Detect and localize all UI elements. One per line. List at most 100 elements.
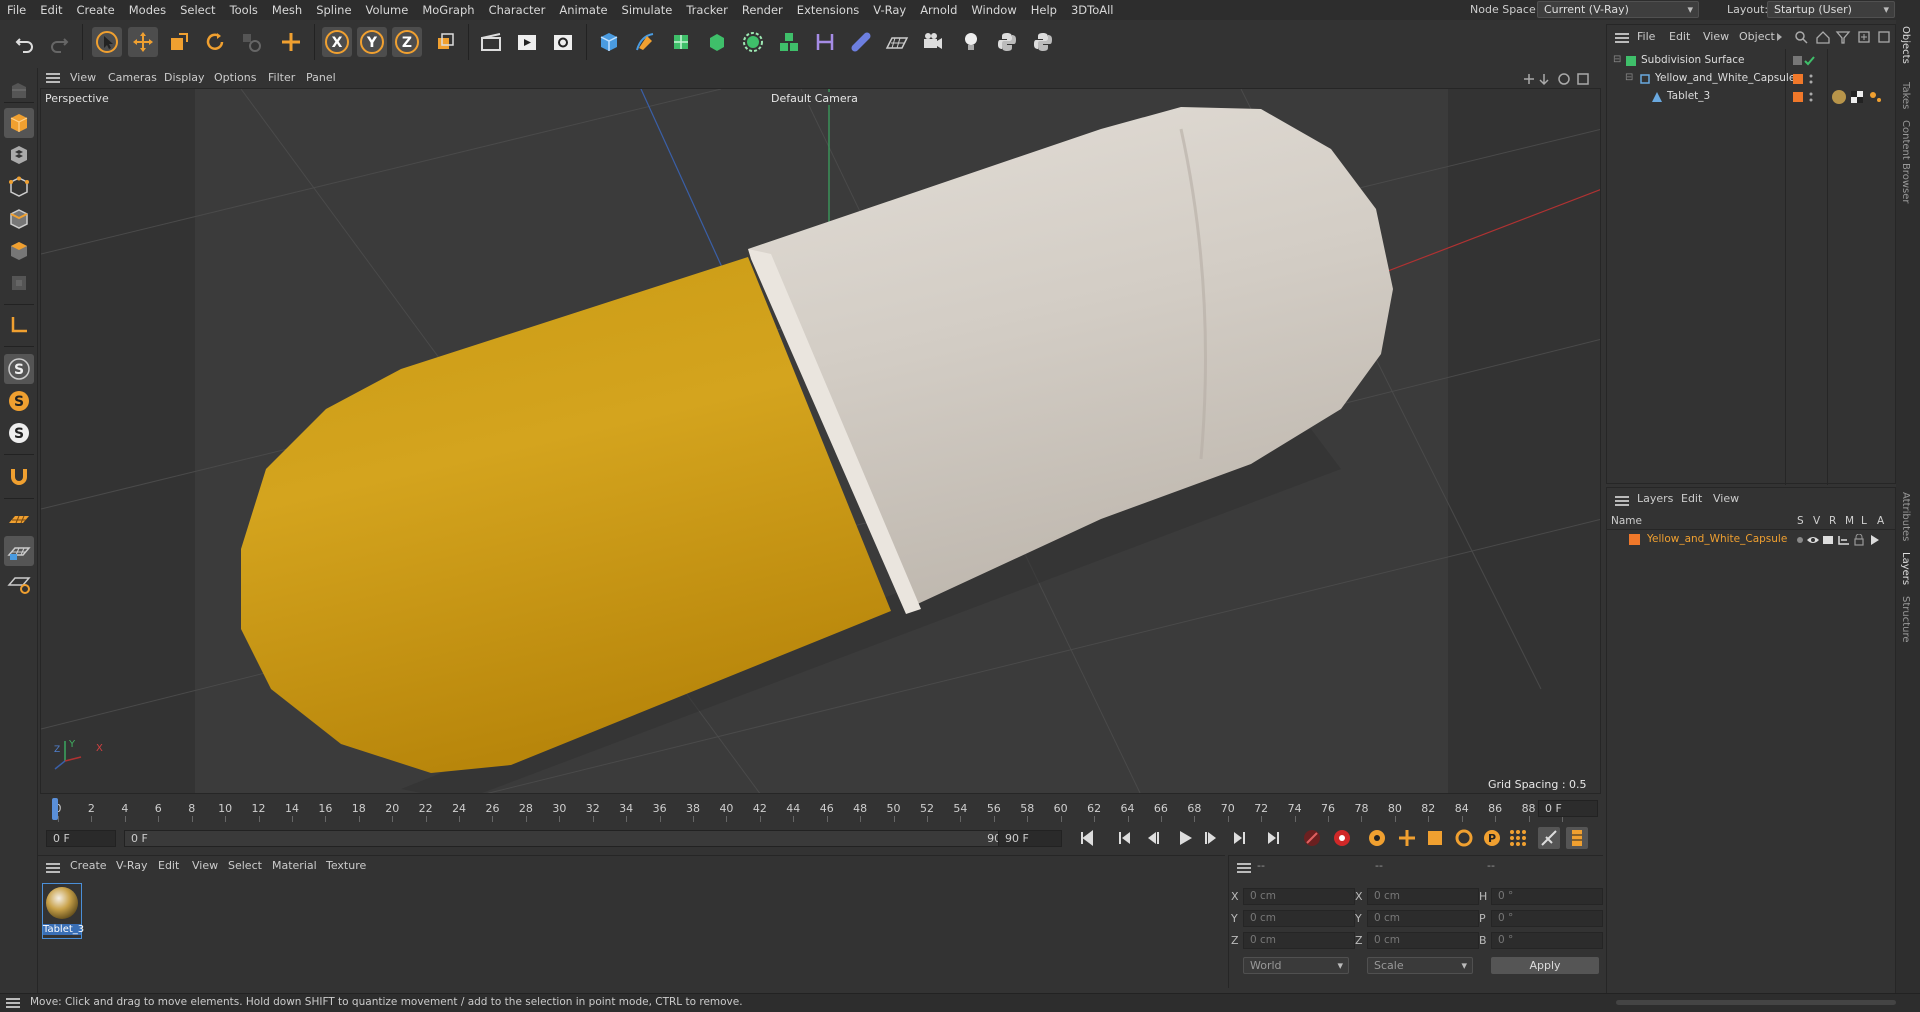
locked-workplane-button[interactable]	[4, 536, 34, 566]
viewport-menu-options[interactable]: Options	[214, 68, 256, 88]
render-settings-button[interactable]	[548, 27, 578, 57]
layers-menu-edit[interactable]: Edit	[1681, 489, 1702, 509]
menu-tools[interactable]: Tools	[223, 0, 265, 20]
subdivision-surface-button[interactable]	[666, 27, 696, 57]
coord-space-select[interactable]: World	[1243, 957, 1349, 974]
rotate-tool-button[interactable]	[200, 27, 230, 57]
coord-rot-b-field[interactable]: 0 °	[1491, 932, 1603, 949]
menu-window[interactable]: Window	[964, 0, 1023, 20]
texture-mode-button[interactable]	[4, 140, 34, 170]
undo-button[interactable]	[10, 27, 40, 57]
menu-extensions[interactable]: Extensions	[790, 0, 866, 20]
objects-menu-view[interactable]: View	[1703, 27, 1729, 47]
snap-button[interactable]: S	[4, 354, 34, 384]
material-menu-vray[interactable]: V-Ray	[116, 856, 148, 876]
layers-menu-icon[interactable]	[1615, 496, 1629, 506]
object-row-subdivision-surface[interactable]: ⊟ Subdivision Surface	[1607, 53, 1895, 69]
lock-x-axis-button[interactable]: X	[322, 27, 352, 57]
cube-button[interactable]	[594, 27, 624, 57]
viewport-menu-filter[interactable]: Filter	[268, 68, 295, 88]
lock-z-axis-button[interactable]: Z	[392, 27, 422, 57]
coord-size-z-field[interactable]: 0 cm	[1367, 932, 1479, 949]
render-region-button[interactable]	[476, 27, 506, 57]
material-swatch-tablet[interactable]: Tablet_3	[42, 883, 84, 939]
layer-color-swatch[interactable]	[1629, 534, 1641, 546]
viewport-menu-view[interactable]: View	[70, 68, 96, 88]
coordinate-system-button[interactable]	[430, 27, 460, 57]
tweak-button[interactable]	[4, 462, 34, 492]
menu-edit[interactable]: Edit	[33, 0, 69, 20]
layers-menu-layers[interactable]: Layers	[1637, 489, 1673, 509]
transform-tool-button[interactable]	[276, 27, 306, 57]
objects-menu-object[interactable]: Object	[1739, 27, 1775, 47]
current-frame-field[interactable]: 0 F	[1538, 800, 1598, 817]
workplane-button[interactable]	[4, 504, 34, 534]
quantize-snap-button[interactable]: S	[4, 418, 34, 448]
material-menu-material[interactable]: Material	[272, 856, 317, 876]
tab-attributes[interactable]: Attributes	[1900, 492, 1911, 541]
tab-objects[interactable]: Objects	[1900, 26, 1911, 64]
menu-select[interactable]: Select	[173, 0, 222, 20]
tablet-tags-icons[interactable]	[1831, 89, 1891, 105]
viewport-menu-display[interactable]: Display	[164, 68, 205, 88]
camera-name[interactable]: Default Camera	[771, 92, 858, 105]
material-menu-texture[interactable]: Texture	[326, 856, 366, 876]
coord-rot-h-field[interactable]: 0 °	[1491, 888, 1603, 905]
coord-mode-select[interactable]: Scale	[1367, 957, 1473, 974]
viewport-menu-cameras[interactable]: Cameras	[108, 68, 157, 88]
polygons-mode-button[interactable]	[4, 236, 34, 266]
viewport-menu-icon[interactable]	[46, 73, 60, 83]
live-selection-button[interactable]	[92, 27, 122, 57]
menu-vray[interactable]: V-Ray	[866, 0, 913, 20]
objects-menu-icon[interactable]	[1615, 33, 1629, 43]
layer-row-capsule[interactable]: Yellow_and_White_Capsule	[1607, 532, 1895, 548]
object-row-tablet[interactable]: Tablet_3	[1607, 89, 1895, 105]
coord-apply-button[interactable]: Apply	[1491, 957, 1599, 974]
recent-tools-button[interactable]	[236, 27, 266, 57]
floor-button[interactable]	[882, 27, 912, 57]
coord-pos-y-field[interactable]: 0 cm	[1243, 910, 1355, 927]
python-script-button[interactable]	[992, 27, 1022, 57]
coord-size-x-field[interactable]: 0 cm	[1367, 888, 1479, 905]
field-button[interactable]	[846, 27, 876, 57]
menu-volume[interactable]: Volume	[359, 0, 416, 20]
move-tool-button[interactable]	[128, 27, 158, 57]
menu-tracker[interactable]: Tracker	[679, 0, 735, 20]
material-menu-select[interactable]: Select	[228, 856, 262, 876]
preview-range-slider[interactable]: 0 F 90 F	[124, 830, 1024, 847]
node-space-select[interactable]: Current (V-Ray)	[1537, 1, 1699, 18]
capsule-layer-color-icon[interactable]	[1793, 73, 1823, 85]
python-script-2-button[interactable]	[1028, 27, 1058, 57]
coord-pos-x-field[interactable]: 0 cm	[1243, 888, 1355, 905]
render-view-button[interactable]	[512, 27, 542, 57]
timeline-ruler[interactable]: 0 2 4 6 8 10 12 14 16 18 20 22 24 26 28 30 32 34 36 38 40 42 4…	[50, 800, 1570, 822]
light-button[interactable]	[956, 27, 986, 57]
objects-menu-file[interactable]: File	[1637, 27, 1655, 47]
coord-rot-p-field[interactable]: 0 °	[1491, 910, 1603, 927]
playhead[interactable]	[52, 798, 58, 820]
coord-pos-z-field[interactable]: 0 cm	[1243, 932, 1355, 949]
edges-mode-button[interactable]	[4, 204, 34, 234]
model-mode-button[interactable]	[4, 108, 34, 138]
layers-menu-view[interactable]: View	[1713, 489, 1739, 509]
objects-header-icons[interactable]	[1775, 29, 1893, 45]
menu-simulate[interactable]: Simulate	[615, 0, 680, 20]
pen-spline-button[interactable]	[630, 27, 660, 57]
menu-3dtoall[interactable]: 3DToAll	[1064, 0, 1121, 20]
menu-file[interactable]: File	[0, 0, 33, 20]
tab-structure[interactable]: Structure	[1900, 596, 1911, 643]
points-mode-button[interactable]	[4, 172, 34, 202]
menu-arnold[interactable]: Arnold	[913, 0, 964, 20]
material-menu-icon[interactable]	[46, 863, 60, 873]
horizontal-scrollbar[interactable]	[1616, 1000, 1896, 1005]
material-menu-view[interactable]: View	[192, 856, 218, 876]
viewport-nav-icons[interactable]	[1520, 71, 1600, 87]
menu-help[interactable]: Help	[1024, 0, 1064, 20]
coord-size-y-field[interactable]: 0 cm	[1367, 910, 1479, 927]
transport-controls[interactable]: P	[1072, 827, 1602, 849]
menu-spline[interactable]: Spline	[309, 0, 358, 20]
object-flags-icons[interactable]	[1793, 55, 1823, 67]
start-frame-field[interactable]: 0 F	[46, 830, 116, 847]
menu-mesh[interactable]: Mesh	[265, 0, 309, 20]
material-menu-create[interactable]: Create	[70, 856, 107, 876]
